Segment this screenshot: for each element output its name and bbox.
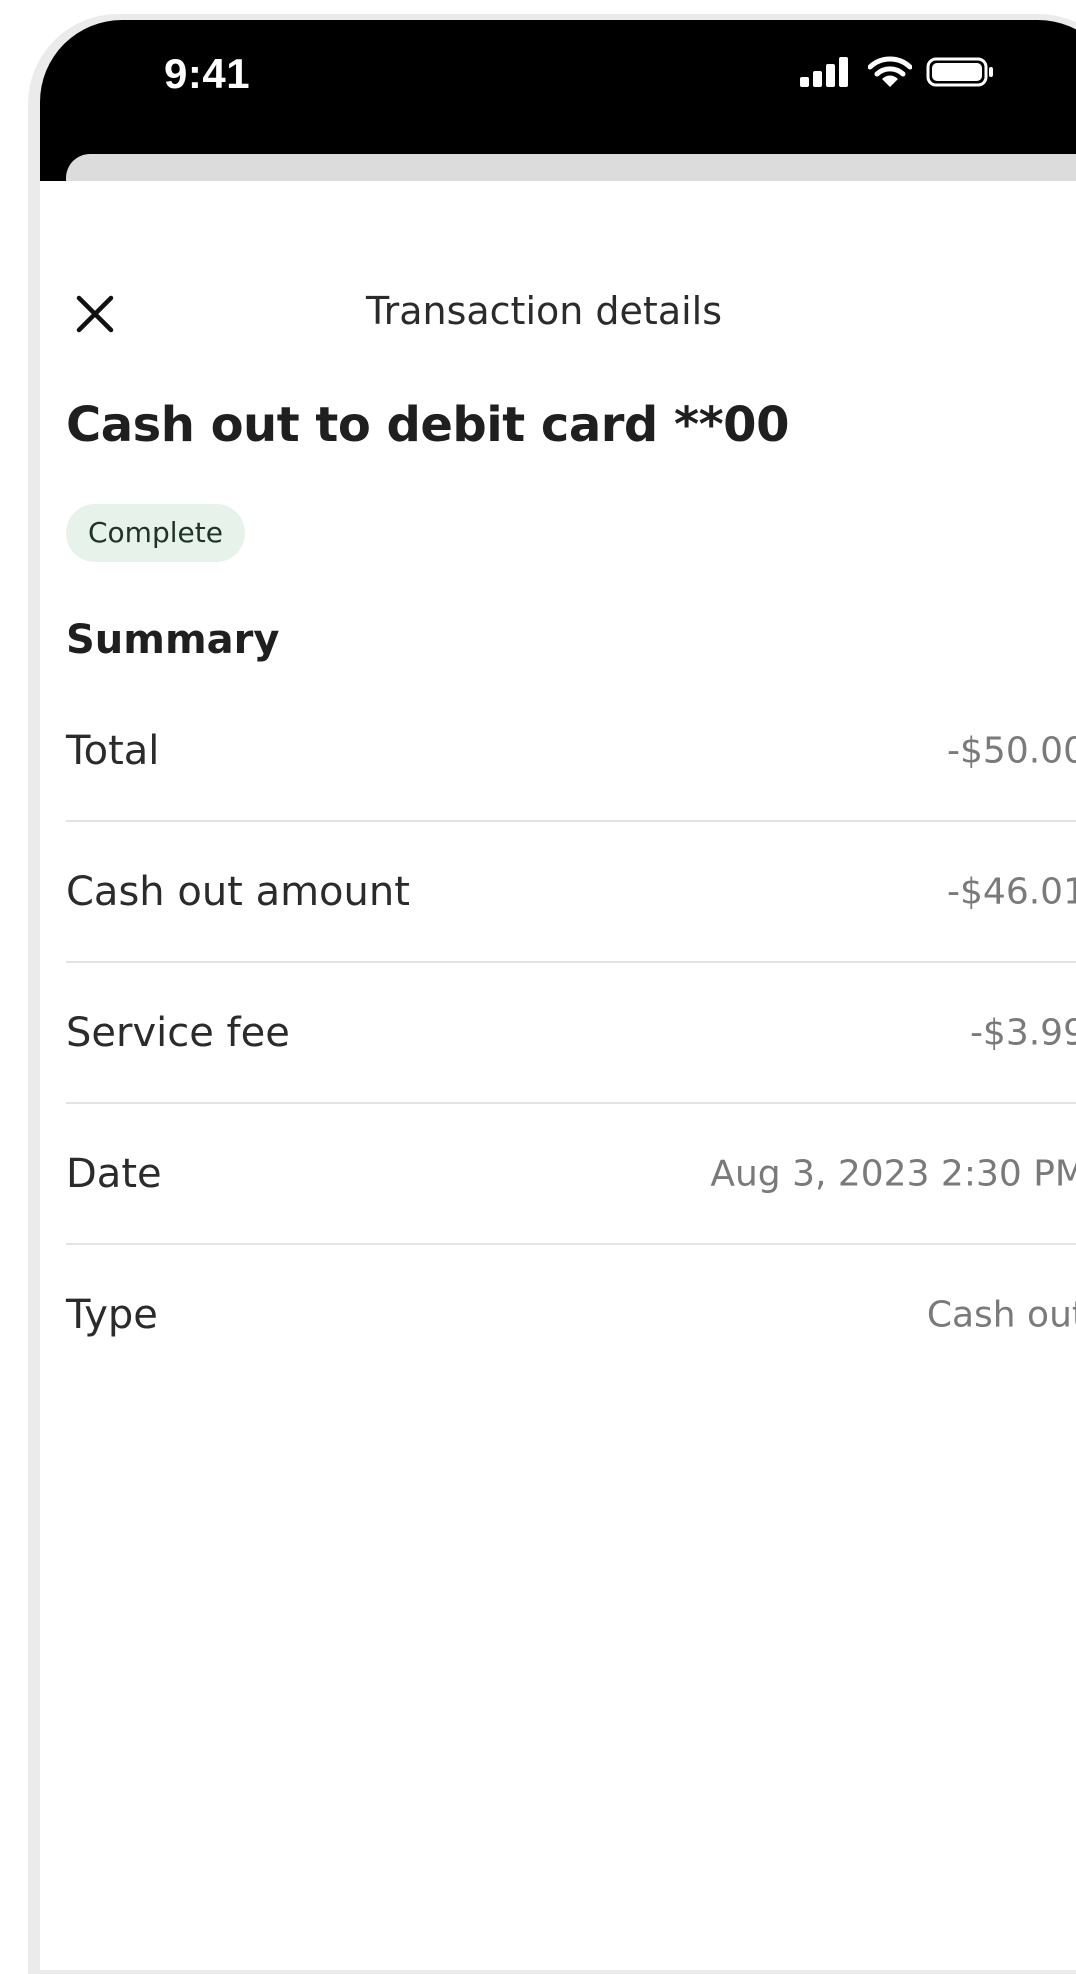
row-value: Cash out [926, 1294, 1076, 1335]
row-value: -$50.00 [947, 730, 1076, 771]
summary-list: Total -$50.00 Cash out amount -$46.01 Se… [66, 681, 1076, 1384]
transaction-title: Cash out to debit card **00 [66, 397, 789, 453]
row-label: Type [66, 1291, 158, 1338]
battery-icon [926, 57, 993, 87]
status-bar: 9:41 [40, 20, 1076, 150]
transaction-details-sheet: Transaction details Cash out to debit ca… [40, 181, 1076, 1970]
status-icons [798, 56, 996, 88]
signal-icon [800, 57, 848, 87]
row-label: Total [66, 727, 160, 774]
row-label: Service fee [66, 1009, 290, 1056]
row-value: Aug 3, 2023 2:30 PM [710, 1153, 1076, 1194]
summary-row-cash-out-amount: Cash out amount -$46.01 [66, 822, 1076, 963]
summary-row-total: Total -$50.00 [66, 681, 1076, 822]
row-value: -$3.99 [969, 1012, 1076, 1053]
status-time: 9:41 [164, 50, 251, 97]
row-label: Cash out amount [66, 868, 410, 915]
row-label: Date [66, 1150, 162, 1197]
row-value: -$46.01 [947, 871, 1076, 912]
sheet-header: Transaction details [40, 279, 1076, 349]
summary-heading: Summary [66, 617, 280, 663]
phone-screen: 9:41 Transaction details Cash out to deb… [40, 20, 1076, 1970]
wifi-icon [868, 56, 912, 87]
summary-row-type: Type Cash out [66, 1245, 1076, 1384]
header-title: Transaction details [365, 289, 723, 333]
status-badge: Complete [66, 504, 245, 562]
summary-row-service-fee: Service fee -$3.99 [66, 963, 1076, 1104]
summary-row-date: Date Aug 3, 2023 2:30 PM [66, 1104, 1076, 1245]
